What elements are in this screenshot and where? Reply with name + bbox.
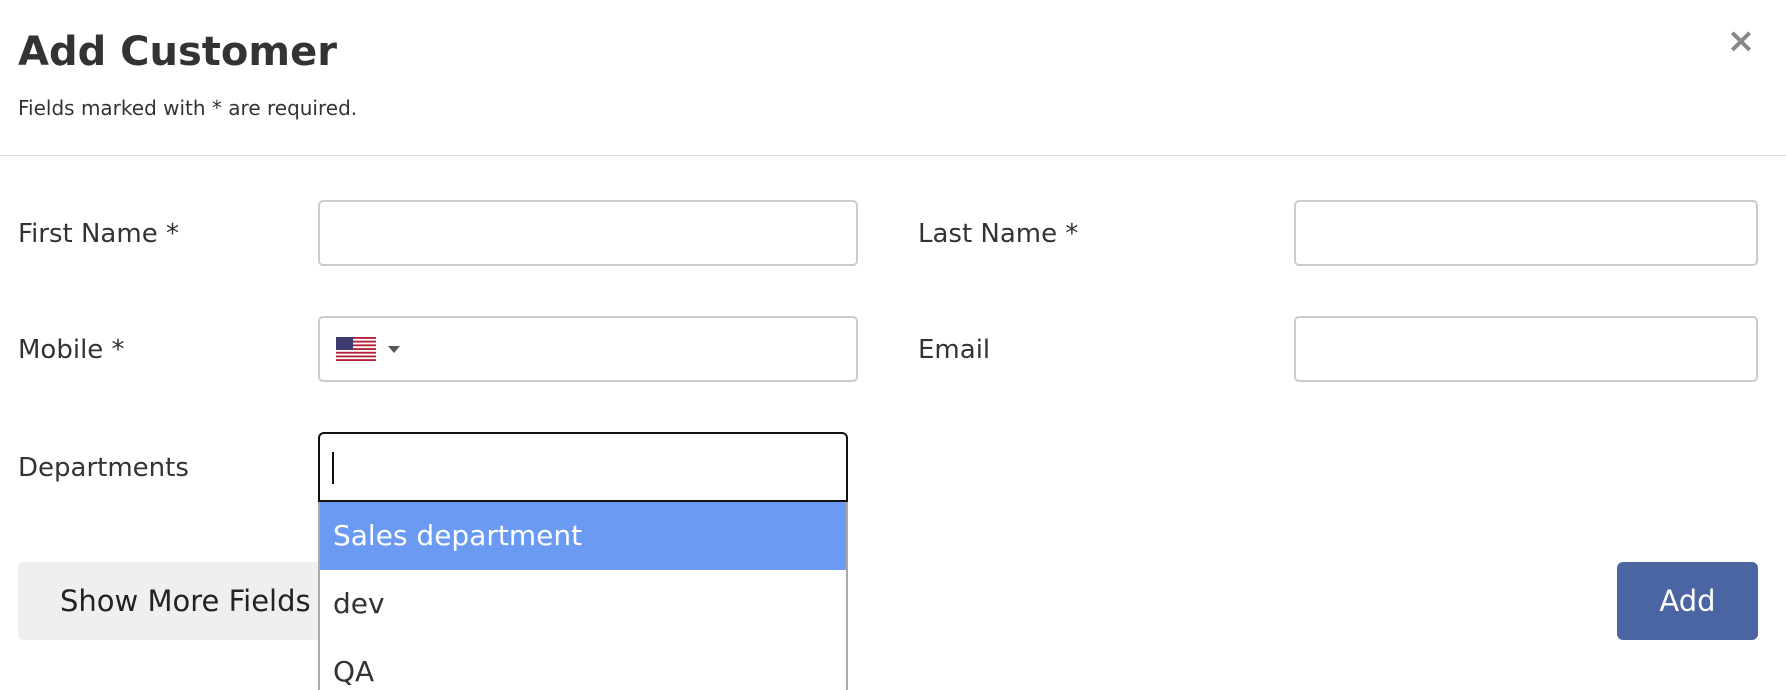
last-name-label: Last Name *	[918, 219, 1079, 249]
add-button[interactable]: Add	[1617, 562, 1758, 640]
dropdown-option-sales[interactable]: Sales department	[320, 502, 846, 570]
mobile-label: Mobile *	[18, 335, 125, 365]
modal-title: Add Customer	[18, 29, 337, 75]
first-name-field[interactable]	[318, 200, 858, 266]
text-cursor	[332, 452, 334, 484]
dropdown-option-dev[interactable]: dev	[320, 570, 846, 638]
add-customer-modal: Add Customer Fields marked with * are re…	[0, 0, 1786, 690]
departments-input[interactable]	[318, 432, 848, 502]
mobile-input[interactable]	[416, 318, 846, 380]
mobile-field[interactable]	[318, 316, 858, 382]
email-field[interactable]	[1294, 316, 1758, 382]
departments-label: Departments	[18, 453, 189, 483]
modal-header: Add Customer Fields marked with * are re…	[0, 0, 1786, 156]
required-fields-note: Fields marked with * are required.	[18, 96, 358, 120]
last-name-input[interactable]	[1310, 202, 1746, 264]
first-name-label: First Name *	[18, 219, 179, 249]
close-icon[interactable]: ×	[1726, 24, 1756, 58]
us-flag-icon	[336, 337, 376, 361]
first-name-input[interactable]	[334, 202, 846, 264]
departments-dropdown: Sales department dev QA	[318, 502, 848, 690]
dropdown-option-qa[interactable]: QA	[320, 638, 846, 690]
last-name-field[interactable]	[1294, 200, 1758, 266]
chevron-down-icon[interactable]	[388, 345, 400, 353]
country-selector[interactable]	[336, 337, 400, 361]
email-label: Email	[918, 335, 991, 365]
email-input[interactable]	[1310, 318, 1746, 380]
show-more-fields-button[interactable]: Show More Fields	[18, 562, 318, 640]
